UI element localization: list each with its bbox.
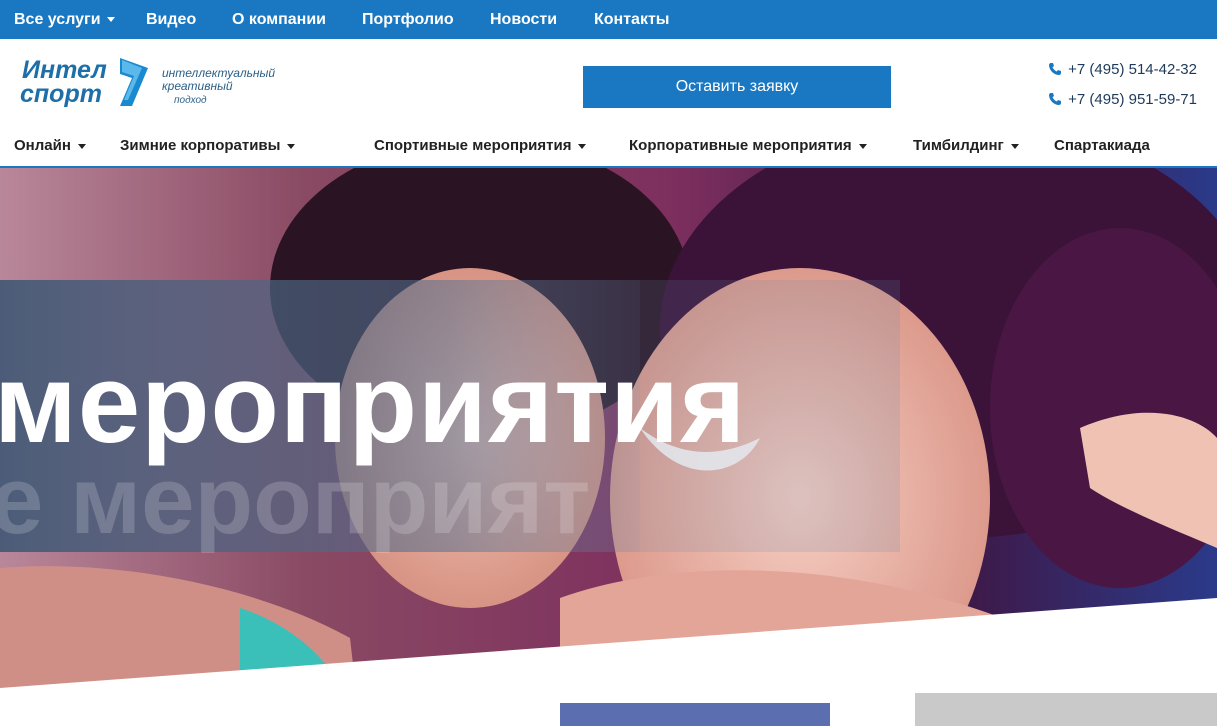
phone-number-2: +7 (495) 951-59-71 xyxy=(1068,91,1197,108)
chevron-down-icon xyxy=(858,143,867,149)
chevron-down-icon xyxy=(106,17,115,23)
main-navigation: Онлайн Зимние корпоративы Спортивные мер… xyxy=(0,126,1217,168)
nav-item-teambuilding[interactable]: Тимбилдинг xyxy=(913,126,1019,166)
nav-item-teambuilding-label: Тимбилдинг xyxy=(913,137,1004,154)
nav-item-winter-parties[interactable]: Зимние корпоративы xyxy=(120,126,296,166)
logo-graphic: Интел спорт интеллектуальный креативный … xyxy=(20,56,275,108)
top-menu-all-services[interactable]: Все услуги xyxy=(14,0,115,39)
site-header: Интел спорт интеллектуальный креативный … xyxy=(0,39,1217,126)
nav-item-corporate-events[interactable]: Корпоративные мероприятия xyxy=(629,126,867,166)
site-logo[interactable]: Интел спорт интеллектуальный креативный … xyxy=(20,54,300,110)
logo-tagline-1: интеллектуальный xyxy=(162,66,275,80)
chevron-down-icon xyxy=(287,143,296,149)
top-menu-news[interactable]: Новости xyxy=(490,0,557,39)
nav-item-corporate-events-label: Корпоративные мероприятия xyxy=(629,137,852,154)
nav-item-spartakiada[interactable]: Спартакиада xyxy=(1054,126,1150,166)
nav-item-sport-events-label: Спортивные мероприятия xyxy=(374,137,572,154)
hero-headline: мероприятия xyxy=(0,341,747,466)
top-menu-bar: Все услуги Видео О компании Портфолио Но… xyxy=(0,0,1217,39)
logo-text-line2: спорт xyxy=(20,80,102,108)
hero-ghost-text: е мероприят xyxy=(0,447,591,554)
top-menu-portfolio[interactable]: Портфолио xyxy=(362,0,454,39)
phone-icon xyxy=(1049,63,1062,75)
top-menu-all-services-label: Все услуги xyxy=(14,11,101,28)
chevron-down-icon xyxy=(1010,143,1019,149)
top-menu-about[interactable]: О компании xyxy=(232,0,326,39)
chevron-down-icon xyxy=(77,143,86,149)
nav-item-winter-parties-label: Зимние корпоративы xyxy=(120,137,281,154)
top-menu-contacts[interactable]: Контакты xyxy=(594,0,669,39)
phone-link-2[interactable]: +7 (495) 951-59-71 xyxy=(1048,91,1197,108)
chevron-down-icon xyxy=(578,143,587,149)
phone-icon xyxy=(1049,93,1062,105)
nav-item-sport-events[interactable]: Спортивные мероприятия xyxy=(374,126,587,166)
logo-tagline-3: подход xyxy=(174,95,207,106)
hero-banner: е мероприят мероприятия xyxy=(0,168,1217,726)
phone-link-1[interactable]: +7 (495) 514-42-32 xyxy=(1048,61,1197,78)
phone-number-1: +7 (495) 514-42-32 xyxy=(1068,61,1197,78)
logo-tagline-2: креативный xyxy=(162,79,233,93)
top-menu-video[interactable]: Видео xyxy=(146,0,196,39)
nav-item-online[interactable]: Онлайн xyxy=(14,126,86,166)
request-button[interactable]: Оставить заявку xyxy=(583,66,891,108)
nav-item-online-label: Онлайн xyxy=(14,137,71,154)
